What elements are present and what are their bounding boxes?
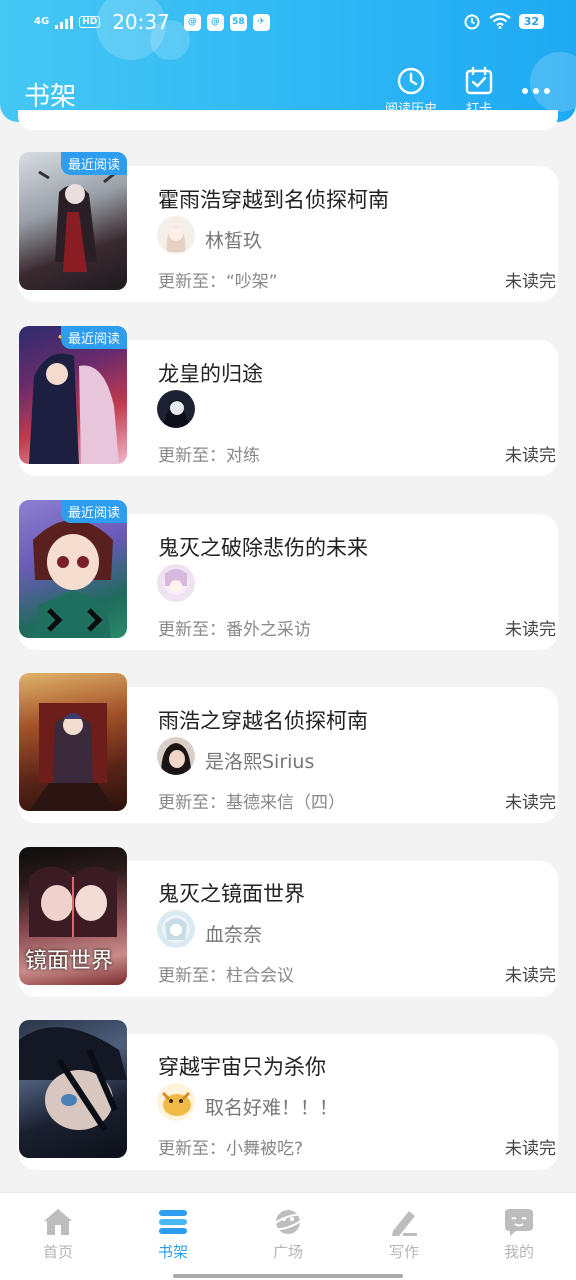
cover-art bbox=[19, 1027, 127, 1132]
bookshelf-icon bbox=[159, 1210, 187, 1234]
latest-chapter: 更新至：基德来信（四） bbox=[158, 793, 345, 813]
latest-chapter: 更新至：柱合会议 bbox=[158, 966, 294, 986]
pen-icon bbox=[392, 1211, 417, 1236]
wifi-icon bbox=[489, 13, 511, 29]
decor-bubble bbox=[530, 52, 576, 112]
cover-title-text: 镜面世界 bbox=[25, 949, 114, 974]
book-title[interactable]: 鬼灭之镜面世界 bbox=[158, 878, 305, 908]
author-avatar[interactable] bbox=[157, 737, 195, 775]
author-name[interactable]: 血奈奈 bbox=[205, 920, 262, 947]
app-header: 4G HD 20:37 @ @ 58 ✈ 32 书架 bbox=[0, 0, 576, 122]
author-avatar[interactable] bbox=[157, 1083, 195, 1121]
alarm-icon bbox=[464, 14, 480, 30]
signal-icon bbox=[55, 15, 74, 29]
book-title[interactable]: 穿越宇宙只为杀你 bbox=[158, 1051, 326, 1081]
nav-label: 书架 bbox=[157, 1243, 188, 1261]
hd-icon: HD bbox=[79, 16, 101, 28]
author-avatar[interactable] bbox=[157, 216, 195, 254]
book-cover[interactable] bbox=[19, 673, 127, 811]
home-icon bbox=[44, 1209, 72, 1235]
nav-label: 我的 bbox=[503, 1243, 534, 1261]
author-name[interactable]: 取名好难！！！ bbox=[205, 1093, 338, 1120]
nav-profile[interactable]: 我的 bbox=[479, 1207, 559, 1262]
author-name[interactable]: 林皙玖 bbox=[205, 226, 262, 253]
read-status: 未读完 bbox=[505, 793, 556, 813]
book-cover[interactable]: 最近阅读 bbox=[19, 152, 127, 290]
clock-time: 20:37 bbox=[112, 10, 170, 34]
book-cover[interactable]: 镜面世界 bbox=[19, 847, 127, 985]
author-avatar[interactable] bbox=[157, 564, 195, 602]
notification-app-icon: @ bbox=[183, 13, 201, 31]
book-title[interactable]: 雨浩之穿越名侦探柯南 bbox=[158, 705, 368, 735]
book-title[interactable]: 鬼灭之破除悲伤的未来 bbox=[158, 532, 368, 562]
nav-label: 广场 bbox=[272, 1243, 303, 1261]
recent-read-badge: 最近阅读 bbox=[60, 500, 127, 523]
read-status: 未读完 bbox=[505, 1139, 556, 1159]
clock-icon bbox=[397, 67, 425, 95]
chat-face-icon bbox=[505, 1209, 533, 1236]
book-title[interactable]: 霍雨浩穿越到名侦探柯南 bbox=[158, 184, 389, 214]
nav-square[interactable]: 广场 bbox=[248, 1207, 328, 1262]
latest-chapter: 更新至：对练 bbox=[158, 446, 260, 466]
latest-chapter: 更新至：“吵架” bbox=[158, 272, 278, 292]
home-indicator[interactable] bbox=[173, 1274, 403, 1278]
nav-label: 首页 bbox=[42, 1243, 73, 1261]
book-cover[interactable] bbox=[19, 1020, 127, 1158]
page-title: 书架 bbox=[24, 82, 77, 112]
read-status: 未读完 bbox=[505, 446, 556, 466]
recent-read-badge: 最近阅读 bbox=[60, 152, 127, 175]
calendar-check-icon bbox=[465, 66, 493, 95]
cover-art bbox=[29, 703, 117, 811]
telegram-icon: ✈ bbox=[252, 13, 270, 31]
read-status: 未读完 bbox=[505, 966, 556, 986]
nav-bookshelf[interactable]: 书架 bbox=[133, 1207, 213, 1262]
nav-label: 写作 bbox=[388, 1243, 419, 1261]
latest-chapter: 更新至：番外之采访 bbox=[158, 620, 311, 640]
recent-read-badge: 最近阅读 bbox=[60, 326, 127, 349]
status-bar: 4G HD 20:37 @ @ 58 ✈ 32 bbox=[0, 0, 576, 46]
partial-card bbox=[18, 110, 558, 130]
author-avatar[interactable] bbox=[157, 390, 195, 428]
network-type: 4G bbox=[34, 16, 50, 27]
nav-write[interactable]: 写作 bbox=[364, 1207, 444, 1262]
planet-icon bbox=[271, 1210, 305, 1234]
notification-app-icon: 58 bbox=[229, 13, 247, 31]
book-title[interactable]: 龙皇的归途 bbox=[158, 358, 263, 388]
notification-app-icon: @ bbox=[206, 13, 224, 31]
read-status: 未读完 bbox=[505, 272, 556, 292]
read-status: 未读完 bbox=[505, 620, 556, 640]
book-cover[interactable]: 最近阅读 bbox=[19, 326, 127, 464]
author-avatar[interactable] bbox=[157, 910, 195, 948]
more-options-icon[interactable] bbox=[522, 88, 550, 94]
nav-home[interactable]: 首页 bbox=[18, 1207, 98, 1262]
bottom-navigation: 首页 书架 广场 写作 我的 bbox=[0, 1192, 576, 1280]
latest-chapter: 更新至：小舞被吃? bbox=[158, 1139, 304, 1159]
book-cover[interactable]: 最近阅读 bbox=[19, 500, 127, 638]
author-name[interactable]: 是洛熙Sirius bbox=[205, 747, 314, 774]
battery-icon: 32 bbox=[518, 13, 544, 29]
